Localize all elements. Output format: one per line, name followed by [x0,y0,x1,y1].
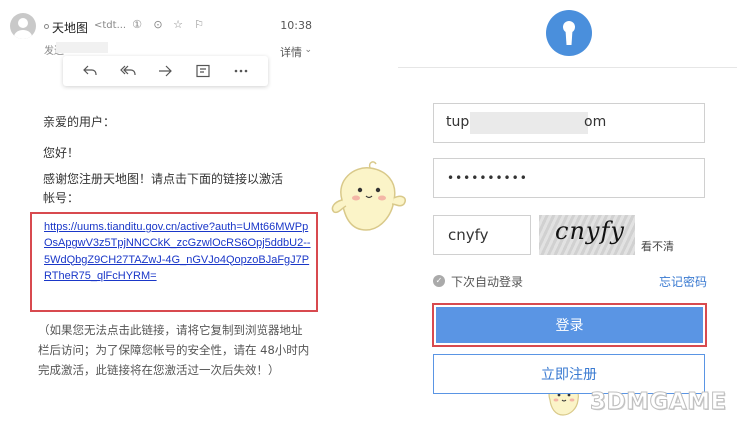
flag-circle-icon[interactable]: ⊙ [151,18,165,32]
email-panel: 天地图 <tdt... ① ⊙ ☆ ⚐ 10:38 发送 详情 ⌄ 亲爱的用户：… [0,0,320,421]
sender-address: <tdt... [94,20,127,31]
captcha-image[interactable]: cnyfy [539,215,635,255]
flag-icon[interactable]: ⚐ [192,18,206,32]
captcha-input[interactable]: cnyfy [433,215,531,255]
account-value-prefix: tup [446,114,470,130]
sender-avatar[interactable] [10,13,36,39]
recipient-blur [56,42,108,53]
email-hello: 您好！ [43,146,80,160]
sender-name[interactable]: 天地图 [52,19,88,36]
reply-icon[interactable] [79,60,101,82]
chevron-down-icon[interactable]: ⌄ [304,45,312,55]
email-time: 10:38 [280,19,312,32]
register-button[interactable]: 立即注册 [433,354,705,394]
details-link[interactable]: 详情 [280,44,302,60]
mascot-image [331,161,406,231]
email-message: 感谢您注册天地图！请点击下面的链接以激活帐号： [43,172,284,205]
star-icon[interactable]: ☆ [171,18,185,32]
login-button[interactable]: 登录 [436,307,703,343]
watermark-text: 3DMGAME [590,389,727,416]
activation-link[interactable]: https://uums.tianditu.gov.cn/active?auth… [44,219,312,284]
info-icon[interactable]: ① [130,18,144,32]
status-dot-icon [44,24,49,29]
email-toolbar [63,56,268,86]
refresh-captcha-link[interactable]: 看不清 [641,238,674,254]
remember-label[interactable]: 下次自动登录 [451,273,523,290]
account-blur [470,112,588,134]
more-icon[interactable] [230,60,252,82]
note-icon[interactable] [192,60,214,82]
reply-all-icon[interactable] [117,60,139,82]
account-value-suffix: om [584,114,607,130]
header-divider [398,67,737,68]
captcha-image-text: cnyfy [555,217,625,245]
keyhole-icon [563,21,575,45]
forgot-password-link[interactable]: 忘记密码 [659,273,707,290]
email-note: （如果您无法点击此链接，请将它复制到浏览器地址栏后访问；为了保障您帐号的安全性，… [38,323,310,377]
email-greeting: 亲爱的用户： [43,115,116,129]
password-mask: •••••••••• [447,171,528,185]
forward-icon[interactable] [154,60,176,82]
remember-check-icon[interactable]: ✓ [433,275,445,287]
